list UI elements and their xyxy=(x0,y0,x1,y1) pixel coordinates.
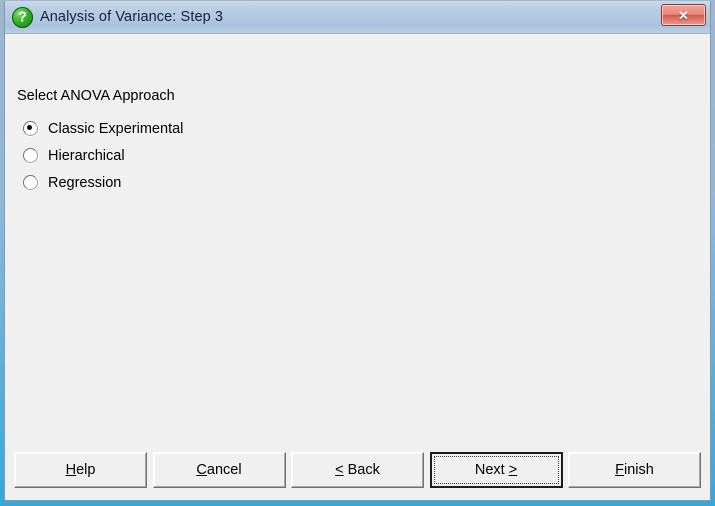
button-label: Help xyxy=(65,461,96,478)
dialog-window: Analysis of Variance: Step 3 ✕ Select AN… xyxy=(0,0,715,506)
button-label: Finish xyxy=(615,461,654,478)
radio-unchecked-icon[interactable] xyxy=(23,148,38,163)
focus-rectangle: Next > xyxy=(433,456,559,484)
finish-button[interactable]: Finish xyxy=(568,452,701,488)
dialog-button-bar: Help Cancel < Back Next > Finish xyxy=(5,452,710,488)
close-icon: ✕ xyxy=(678,7,689,23)
radio-option-label: Classic Experimental xyxy=(48,120,184,137)
back-button[interactable]: < Back xyxy=(291,452,424,488)
close-button[interactable]: ✕ xyxy=(661,4,706,26)
radio-checked-icon[interactable] xyxy=(23,121,38,136)
anova-approach-label: Select ANOVA Approach xyxy=(17,88,175,104)
button-label: Cancel xyxy=(196,461,242,478)
radio-unchecked-icon[interactable] xyxy=(23,175,38,190)
window-inner: Analysis of Variance: Step 3 ✕ Select AN… xyxy=(4,1,711,501)
dialog-client-area: Select ANOVA Approach Classic Experiment… xyxy=(5,34,710,500)
button-label: < Back xyxy=(335,461,380,478)
radio-option-1[interactable]: Hierarchical xyxy=(23,142,183,169)
radio-option-label: Regression xyxy=(48,174,122,191)
window-title: Analysis of Variance: Step 3 xyxy=(40,9,224,25)
question-mark-icon xyxy=(12,6,33,28)
radio-option-0[interactable]: Classic Experimental xyxy=(23,115,183,142)
next-button[interactable]: Next > xyxy=(429,452,563,488)
radio-option-2[interactable]: Regression xyxy=(23,169,183,196)
title-bar[interactable]: Analysis of Variance: Step 3 ✕ xyxy=(5,1,710,34)
button-label: Next > xyxy=(474,461,518,478)
anova-approach-radio-group[interactable]: Classic Experimental Hierarchical Regressi… xyxy=(23,115,183,196)
radio-option-label: Hierarchical xyxy=(48,147,125,164)
cancel-button[interactable]: Cancel xyxy=(152,452,286,488)
help-button[interactable]: Help xyxy=(14,452,147,488)
